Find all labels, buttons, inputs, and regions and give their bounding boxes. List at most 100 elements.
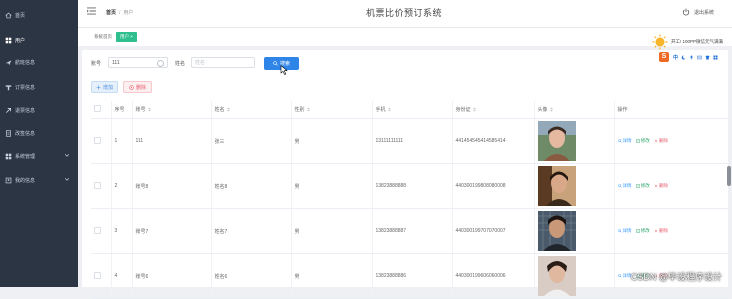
- vertical-scrollbar[interactable]: [727, 166, 731, 186]
- row-select-cell: [91, 163, 111, 209]
- account-input[interactable]: 111: [108, 57, 168, 68]
- sidebar-item-home[interactable]: 首页: [0, 4, 78, 26]
- avatar-cell: [533, 163, 614, 209]
- operations-cell: 详情 修改 删除: [613, 118, 728, 164]
- sort-icon[interactable]: [549, 107, 553, 112]
- row-checkbox[interactable]: [94, 181, 101, 189]
- sidebar-item-profile[interactable]: 我的信息: [0, 169, 78, 191]
- name-label: 姓名: [175, 61, 186, 67]
- menu-toggle-icon[interactable]: [87, 7, 96, 15]
- page-title: 机票比价预订系统: [366, 8, 443, 18]
- name-cell: 姓名8: [210, 163, 291, 209]
- mic-icon[interactable]: [689, 55, 694, 60]
- row-select-cell: [91, 208, 111, 254]
- grid-icon[interactable]: [713, 55, 718, 60]
- account-label: 账号: [91, 61, 102, 67]
- name-input-placeholder: 姓名: [195, 60, 206, 66]
- sidebar-item-bookings[interactable]: 订票信息: [0, 76, 78, 98]
- sort-icon[interactable]: [472, 107, 476, 112]
- name-cell: 张三: [210, 118, 291, 164]
- mouse-cursor-icon: [280, 65, 288, 75]
- search-icon: [617, 273, 622, 278]
- account-cell: 账号7: [131, 208, 211, 254]
- sidebar-item-label: 订票信息: [15, 84, 36, 91]
- table-row: 3 账号7 姓名7 男 13823888887 4403001997070700…: [91, 208, 728, 254]
- airplane-icon: [5, 59, 12, 65]
- watermark: CSDN @毕设程序设计: [630, 272, 722, 282]
- column-header-label: 姓名: [214, 107, 225, 113]
- column-header[interactable]: 头像: [533, 101, 614, 119]
- main-content: 账号 111 姓名 姓名 搜索 增加 删除 序号 账号 姓名 性别 手机 身份证…: [82, 50, 728, 299]
- sidebar-item-refunds[interactable]: 退票信息: [0, 99, 78, 121]
- sidebar-item-label: 航班信息: [15, 59, 36, 66]
- select-all-checkbox[interactable]: [94, 105, 101, 112]
- gender-cell: 男: [290, 208, 372, 254]
- id-card-cell: 441454545414585414: [451, 118, 534, 164]
- ime-toolbar: S 中: [659, 52, 718, 62]
- sort-icon[interactable]: [226, 107, 230, 112]
- tab-users[interactable]: 用户 ×: [116, 32, 137, 42]
- sidebar-item-system[interactable]: 系统管理: [0, 145, 78, 167]
- detail-link[interactable]: 详情: [617, 183, 632, 188]
- sort-icon[interactable]: [387, 107, 391, 112]
- add-button[interactable]: 增加: [91, 81, 118, 93]
- index-cell: 2: [110, 163, 132, 209]
- delete-button[interactable]: 删除: [123, 81, 152, 93]
- edit-link[interactable]: 修改: [635, 138, 650, 143]
- shirt-icon[interactable]: [705, 55, 710, 60]
- account-cell: 账号8: [131, 163, 211, 209]
- detail-label: 详情: [622, 183, 632, 188]
- column-header[interactable]: 账号: [131, 101, 211, 119]
- column-header[interactable]: 姓名: [210, 101, 291, 119]
- keyboard-icon[interactable]: [697, 55, 702, 60]
- account-input-value: 111: [112, 60, 120, 66]
- tab-users-label: 用户: [120, 34, 129, 39]
- id-card-cell: 440300199707070007: [451, 208, 534, 254]
- sogou-logo[interactable]: S: [659, 52, 669, 62]
- detail-link[interactable]: 详情: [617, 228, 632, 233]
- logout-button[interactable]: 退出系统: [682, 8, 714, 16]
- sort-icon[interactable]: [306, 107, 310, 112]
- detail-link[interactable]: 详情: [617, 273, 632, 278]
- clear-icon[interactable]: [157, 60, 164, 67]
- sort-icon[interactable]: [147, 107, 151, 112]
- column-header-label: 身份证: [455, 107, 471, 113]
- delete-link[interactable]: 删除: [654, 228, 668, 233]
- edit-link[interactable]: 修改: [635, 183, 650, 188]
- sidebar-item-flights[interactable]: 航班信息: [0, 51, 78, 73]
- edit-label: 修改: [640, 183, 650, 188]
- column-header[interactable]: 手机: [371, 101, 452, 119]
- tab-home[interactable]: 系统首页: [90, 32, 116, 42]
- tab-close-icon[interactable]: ×: [130, 34, 133, 39]
- sidebar-item-label: 我的信息: [15, 177, 36, 184]
- doc-icon: [6, 129, 11, 137]
- breadcrumb-current: 用户: [123, 10, 134, 16]
- close-icon: [654, 229, 658, 233]
- column-header[interactable]: 身份证: [451, 101, 534, 119]
- account-cell: 账号6: [131, 253, 211, 299]
- column-header-label: 账号: [135, 107, 146, 113]
- breadcrumb-home[interactable]: 首页: [106, 10, 116, 16]
- name-input[interactable]: 姓名: [191, 57, 255, 68]
- delete-link[interactable]: 删除: [654, 138, 668, 143]
- detail-link[interactable]: 详情: [617, 138, 632, 143]
- row-select-cell: [91, 118, 111, 164]
- row-checkbox[interactable]: [94, 136, 101, 144]
- edit-link[interactable]: 修改: [635, 228, 650, 233]
- moon-icon[interactable]: [681, 54, 686, 60]
- weather-text: 开工! 100PP微信元气满满: [671, 39, 724, 44]
- id-card-cell: 440300199808080008: [451, 163, 534, 209]
- column-header-label: 序号: [114, 107, 125, 113]
- edit-label: 修改: [640, 228, 650, 233]
- search-icon: [273, 61, 278, 66]
- row-checkbox[interactable]: [94, 226, 101, 234]
- ime-mode-label[interactable]: 中: [673, 54, 678, 61]
- row-checkbox[interactable]: [94, 271, 101, 279]
- sidebar-item-changes[interactable]: 改签信息: [0, 122, 78, 144]
- column-header[interactable]: 性别: [290, 101, 372, 119]
- delete-link[interactable]: 删除: [654, 183, 668, 188]
- ticket-icon: [5, 84, 12, 90]
- sidebar-item-users[interactable]: 用户: [0, 29, 78, 51]
- column-header[interactable]: 序号: [110, 101, 132, 119]
- edit-icon: [635, 229, 640, 233]
